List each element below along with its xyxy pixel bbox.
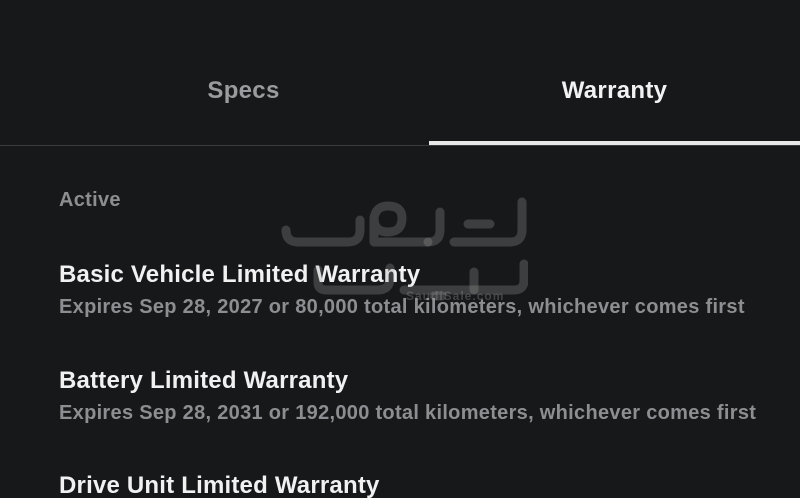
warranty-expiry: Expires Sep 28, 2031 or 192,000 total ki… — [59, 402, 757, 424]
warranty-title: Battery Limited Warranty — [59, 367, 349, 394]
warranty-title: Drive Unit Limited Warranty — [59, 472, 380, 498]
warranty-screen: Specs Warranty Active Basic Vehicle Limi… — [0, 0, 800, 498]
warranty-expiry: Expires Sep 28, 2027 or 80,000 total kil… — [59, 296, 745, 318]
warranty-item-basic-vehicle: Basic Vehicle Limited Warranty Expires S… — [59, 261, 800, 319]
tab-bar: Specs Warranty — [0, 0, 800, 146]
tab-specs[interactable]: Specs — [58, 0, 429, 146]
active-tab-indicator — [429, 141, 800, 145]
section-label-active: Active — [59, 189, 121, 211]
tab-warranty[interactable]: Warranty — [429, 0, 800, 146]
tab-specs-label: Specs — [207, 77, 280, 104]
tab-bar-divider — [0, 145, 800, 146]
warranty-item-drive-unit: Drive Unit Limited Warranty — [59, 472, 800, 498]
warranty-title: Basic Vehicle Limited Warranty — [59, 261, 421, 288]
tab-warranty-label: Warranty — [561, 77, 668, 104]
warranty-item-battery: Battery Limited Warranty Expires Sep 28,… — [59, 367, 800, 425]
